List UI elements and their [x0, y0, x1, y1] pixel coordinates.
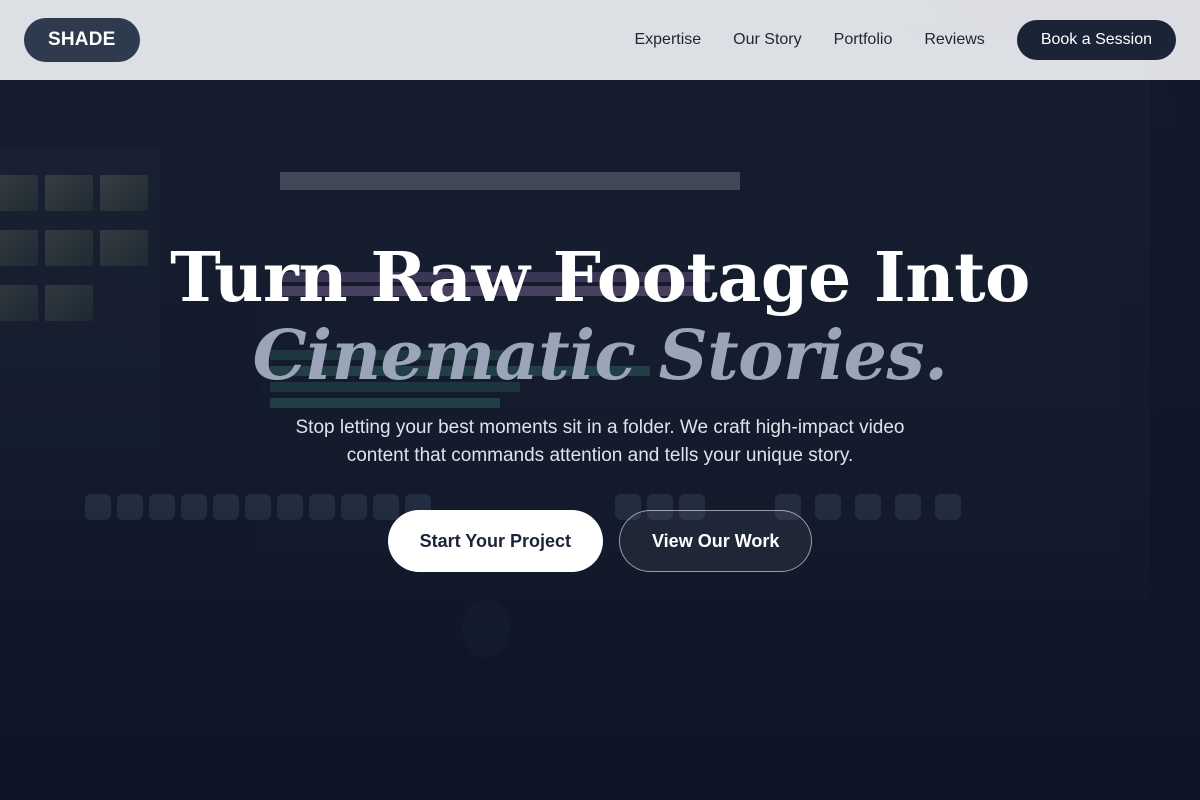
view-work-button[interactable]: View Our Work	[619, 510, 813, 572]
brand-logo[interactable]: SHADE	[24, 18, 140, 62]
book-session-button[interactable]: Book a Session	[1016, 20, 1176, 60]
nav-link-portfolio[interactable]: Portfolio	[834, 31, 893, 49]
hero-section: Turn Raw Footage Into Cinematic Stories.…	[0, 236, 1200, 572]
headline-line-1: Turn Raw Footage Into	[170, 238, 1030, 318]
hero-actions: Start Your Project View Our Work	[0, 510, 1200, 572]
nav-link-expertise[interactable]: Expertise	[634, 31, 701, 49]
start-project-button[interactable]: Start Your Project	[387, 510, 603, 572]
nav-link-reviews[interactable]: Reviews	[924, 31, 984, 49]
site-header: SHADE Expertise Our Story Portfolio Revi…	[0, 0, 1200, 80]
hero-subtext: Stop letting your best moments sit in a …	[295, 417, 905, 466]
headline-line-2: Cinematic Stories.	[252, 316, 948, 396]
nav-link-our-story[interactable]: Our Story	[733, 31, 801, 49]
hero-headline: Turn Raw Footage Into Cinematic Stories.	[0, 236, 1200, 392]
main-nav: Expertise Our Story Portfolio Reviews Bo…	[634, 20, 1176, 60]
